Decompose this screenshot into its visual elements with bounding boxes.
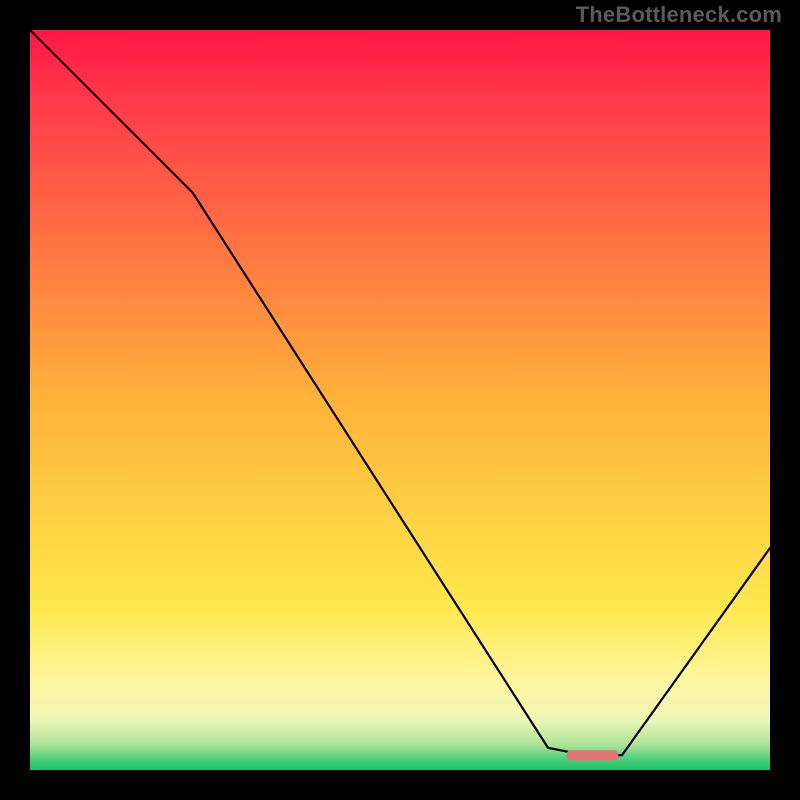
bottleneck-chart	[30, 30, 770, 770]
watermark-text: TheBottleneck.com	[576, 2, 782, 28]
optimum-marker	[567, 750, 619, 760]
chart-frame: TheBottleneck.com	[0, 0, 800, 800]
